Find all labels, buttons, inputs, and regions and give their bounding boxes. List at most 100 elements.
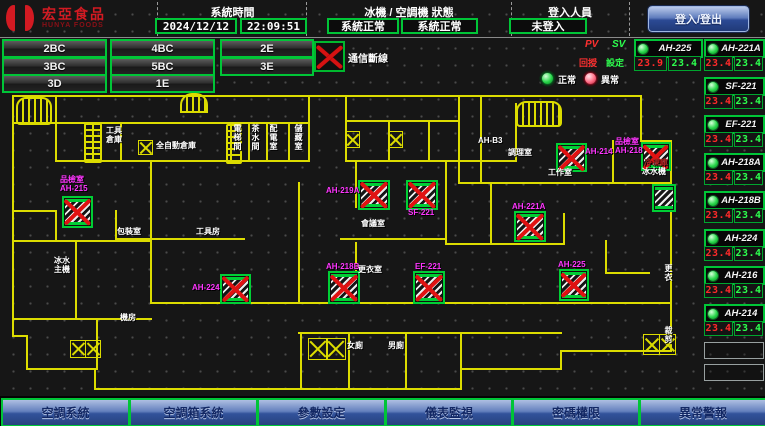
map-unit-ah-225[interactable] <box>559 269 589 301</box>
unit-name: AH-218B <box>719 195 763 206</box>
wall-segment <box>12 95 642 97</box>
room-label: 機房 <box>120 313 136 322</box>
bottom-navbar: 空調系統空調箱系統參數設定儀表監視密碼權限異常警報 <box>0 396 765 426</box>
wall-segment <box>12 210 57 212</box>
wall-segment <box>12 95 14 337</box>
wall-segment <box>298 182 300 304</box>
room-label: 男廁 <box>388 341 404 350</box>
normal-lamp-icon <box>541 72 554 85</box>
nav-button-5[interactable]: 密碼權限 <box>512 398 640 426</box>
wall-segment <box>150 160 152 304</box>
map-unit-label: AH-219A <box>326 186 359 195</box>
wall-segment <box>12 240 152 242</box>
setpoint-header: 設定 <box>606 56 624 69</box>
room-label: 裁剪 <box>664 326 673 344</box>
wall-segment <box>670 140 672 352</box>
wall-segment <box>288 122 290 162</box>
wall-segment <box>345 95 347 162</box>
stairs-icon <box>516 101 562 127</box>
wall-segment <box>340 238 447 240</box>
map-unit-label: AH-218B <box>326 262 359 271</box>
unit-pv-value: 23.4 <box>704 132 733 147</box>
room-label: 電梯間 <box>233 124 242 151</box>
unit-name: AH-214 <box>719 308 763 319</box>
wall-segment <box>300 332 302 390</box>
map-unit-ef-221[interactable] <box>413 271 445 304</box>
room-label: 女廁 <box>347 341 363 350</box>
map-unit-label: AH-225 <box>558 260 586 269</box>
wall-segment <box>605 272 650 274</box>
unit-lamp-icon <box>707 233 719 245</box>
header-divider <box>629 2 630 36</box>
unit-lamp-icon <box>707 119 719 131</box>
room-label: 工具房 <box>196 227 220 236</box>
floor-button-3e[interactable]: 3E <box>220 57 314 76</box>
room-label: 冰水機 <box>642 167 666 176</box>
brand-logo: 宏亞食品 HUNYA FOODS <box>4 3 106 33</box>
nav-button-6[interactable]: 異常警報 <box>639 398 765 426</box>
comm-fail-icon <box>314 41 345 72</box>
empty-slot <box>704 364 764 381</box>
ahu-status: 系統正常 <box>401 18 478 34</box>
unit-sv-value: 23.4 <box>734 94 763 109</box>
map-unit-label: AH-214 <box>585 147 613 156</box>
room-label: 工具 倉庫 <box>106 126 122 144</box>
damper-symbol-icon <box>308 338 328 360</box>
pv-header: PV <box>585 39 598 50</box>
wall-segment <box>405 332 407 390</box>
stairs-icon <box>180 93 208 113</box>
damper-symbol-icon <box>85 340 101 358</box>
feedback-header: 回授 <box>579 56 597 69</box>
room-label: 冰水 主機 <box>54 256 70 274</box>
floor-button-2e[interactable]: 2E <box>220 39 314 58</box>
map-unit-ah-218b[interactable] <box>328 271 360 304</box>
chiller-status: 系統正常 <box>327 18 399 34</box>
unit-sv-value: 23.4 <box>668 56 701 71</box>
map-unit-ah-224[interactable] <box>220 274 251 304</box>
unit-pv-value: 23.4 <box>704 94 733 109</box>
system-date-value: 2024/12/12 <box>155 18 237 34</box>
floor-button-1e[interactable]: 1E <box>110 74 215 93</box>
map-unit-ah-221a[interactable] <box>514 211 546 242</box>
unit-lamp-icon <box>707 43 719 55</box>
floor-button-2bc[interactable]: 2BC <box>2 39 107 58</box>
room-label: 調理室 <box>508 148 532 157</box>
wall-segment <box>460 368 562 370</box>
header-underline <box>0 37 765 38</box>
map-unit-label: EF-221 <box>415 262 441 271</box>
wall-segment <box>490 182 492 244</box>
map-unit-ah-215[interactable] <box>62 196 93 228</box>
nav-button-2[interactable]: 空調箱系統 <box>129 398 258 426</box>
map-unit-ah-219a[interactable] <box>358 180 390 210</box>
comm-fail-label: 通信斷線 <box>348 50 388 65</box>
wall-segment <box>605 240 607 274</box>
unit-lamp-icon <box>707 308 719 320</box>
unit-pv-value: 23.4 <box>704 246 733 261</box>
unit-pv-value: 23.4 <box>704 321 733 336</box>
unit-name: EF-221 <box>719 119 763 130</box>
unit-pv-value: 23.4 <box>704 170 733 185</box>
map-unit-sf-221[interactable] <box>406 180 438 210</box>
wall-segment <box>560 350 562 370</box>
unit-sv-value: 23.4 <box>734 170 763 185</box>
nav-button-1[interactable]: 空調系統 <box>1 398 130 426</box>
floor-button-4bc[interactable]: 4BC <box>110 39 215 58</box>
map-unit-unit-normal[interactable] <box>652 184 676 212</box>
unit-sv-value: 23.4 <box>734 208 763 223</box>
abnormal-label: 異常 <box>601 73 619 86</box>
nav-button-3[interactable]: 參數設定 <box>257 398 386 426</box>
wall-segment <box>445 243 565 245</box>
wall-segment <box>55 210 57 242</box>
wall-segment <box>308 95 310 162</box>
room-label: 工作室 <box>548 168 572 177</box>
login-logout-button[interactable]: 登入/登出 <box>648 6 749 32</box>
floor-button-3d[interactable]: 3D <box>2 74 107 93</box>
stairs-icon <box>84 123 102 163</box>
room-label: 全自動倉庫 <box>156 141 196 150</box>
hmi-screen: 宏亞食品 HUNYA FOODS 系統時間 2024/12/12 22:09:5… <box>0 0 765 426</box>
wall-segment <box>460 368 462 390</box>
unit-name: SF-221 <box>719 81 763 92</box>
damper-symbol-icon <box>643 334 660 355</box>
nav-button-4[interactable]: 儀表監視 <box>385 398 513 426</box>
room-label: AH-B3 <box>478 136 502 145</box>
